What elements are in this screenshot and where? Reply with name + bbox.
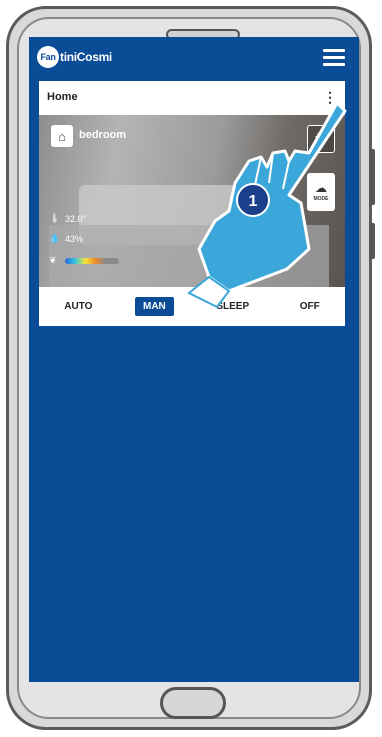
more-options-icon[interactable]: ⋮ xyxy=(323,89,337,106)
comfort-gradient-bar xyxy=(65,257,119,264)
hamburger-menu-icon[interactable] xyxy=(323,49,345,66)
room-name: bedroom xyxy=(79,129,127,141)
humidity-reading: 💧 43% xyxy=(49,233,83,244)
gear-icon[interactable]: ⚙ xyxy=(307,125,335,153)
thermometer-icon: 🌡 xyxy=(49,213,61,223)
card-title: Home xyxy=(47,91,78,103)
room-photo: ⌂ bedroom ⚙ ☁ MODE 🌡 32.0° 💧 43% ❦ xyxy=(39,115,345,287)
humidity-value: 43% xyxy=(65,233,84,244)
brand-logo: Fan tiniCosmi xyxy=(37,46,112,68)
cloud-icon: ☁ xyxy=(315,181,327,195)
mode-sleep[interactable]: SLEEP xyxy=(208,297,257,316)
top-bar: Fan tiniCosmi xyxy=(29,37,359,79)
mode-off[interactable]: OFF xyxy=(292,297,328,316)
mode-auto[interactable]: AUTO xyxy=(56,297,100,316)
card-header: Home ⋮ xyxy=(39,81,345,116)
leaf-icon: ❦ xyxy=(49,255,57,265)
power-button xyxy=(369,223,375,259)
thermostat-icon: ⌂ xyxy=(51,125,73,147)
home-button[interactable] xyxy=(160,687,226,719)
mode-button[interactable]: ☁ MODE xyxy=(307,173,335,211)
app-screen: Fan tiniCosmi Home ⋮ ⌂ bedroom ⚙ ☁ MODE … xyxy=(29,37,359,682)
logo-mark: Fan xyxy=(37,46,59,68)
mode-selector: AUTO MAN SLEEP OFF xyxy=(39,287,345,326)
mode-man[interactable]: MAN xyxy=(135,297,174,316)
thermostat-card: Home ⋮ ⌂ bedroom ⚙ ☁ MODE 🌡 32.0° 💧 43% … xyxy=(39,81,345,326)
comfort-indicator: ❦ xyxy=(49,255,119,266)
mode-button-label: MODE xyxy=(313,196,329,202)
temperature-value: 32.0° xyxy=(65,213,87,224)
volume-button xyxy=(369,149,375,205)
droplet-icon: 💧 xyxy=(49,233,61,243)
logo-text: tiniCosmi xyxy=(60,50,112,64)
temperature-reading: 🌡 32.0° xyxy=(49,213,86,224)
